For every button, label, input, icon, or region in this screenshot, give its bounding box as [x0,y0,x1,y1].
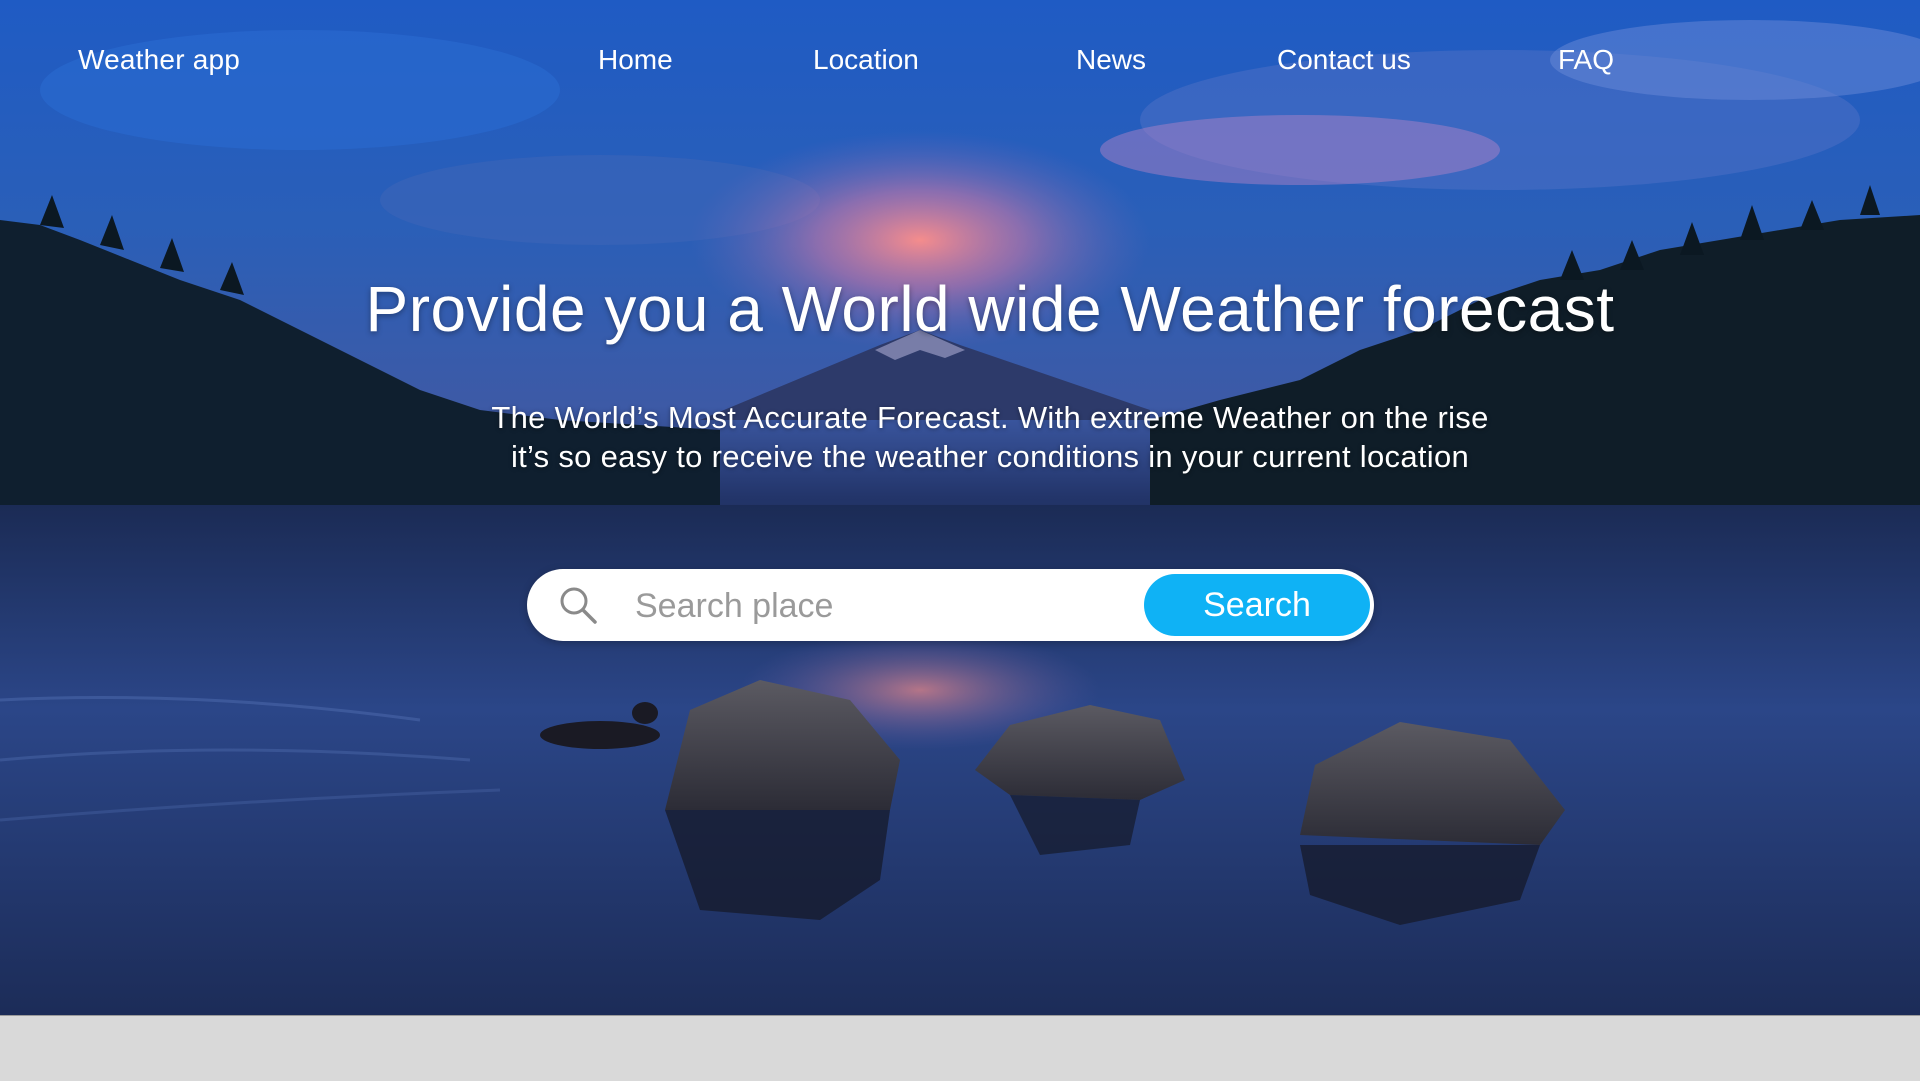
nav-link-news[interactable]: News [1076,44,1146,76]
search-button[interactable]: Search [1144,574,1370,636]
brand-logo-text[interactable]: Weather app [78,44,240,76]
nav-link-home[interactable]: Home [598,44,673,76]
hero-subline-2: it’s so easy to receive the weather cond… [510,439,1470,474]
nav-link-faq[interactable]: FAQ [1558,44,1614,76]
hero-subline-1: The World’s Most Accurate Forecast. With… [491,400,1489,435]
landscape-photo [0,20,1920,1015]
hero-background-image: Weather app Home Location News Contact u… [0,0,1920,1015]
search-icon [560,587,597,624]
nav-link-contact-us[interactable]: Contact us [1277,44,1411,76]
footer-band [0,1015,1920,1081]
nav-link-location[interactable]: Location [813,44,919,76]
page-headline: Provide you a World wide Weather forecas… [365,273,1615,345]
search-bar: Search [527,569,1374,641]
